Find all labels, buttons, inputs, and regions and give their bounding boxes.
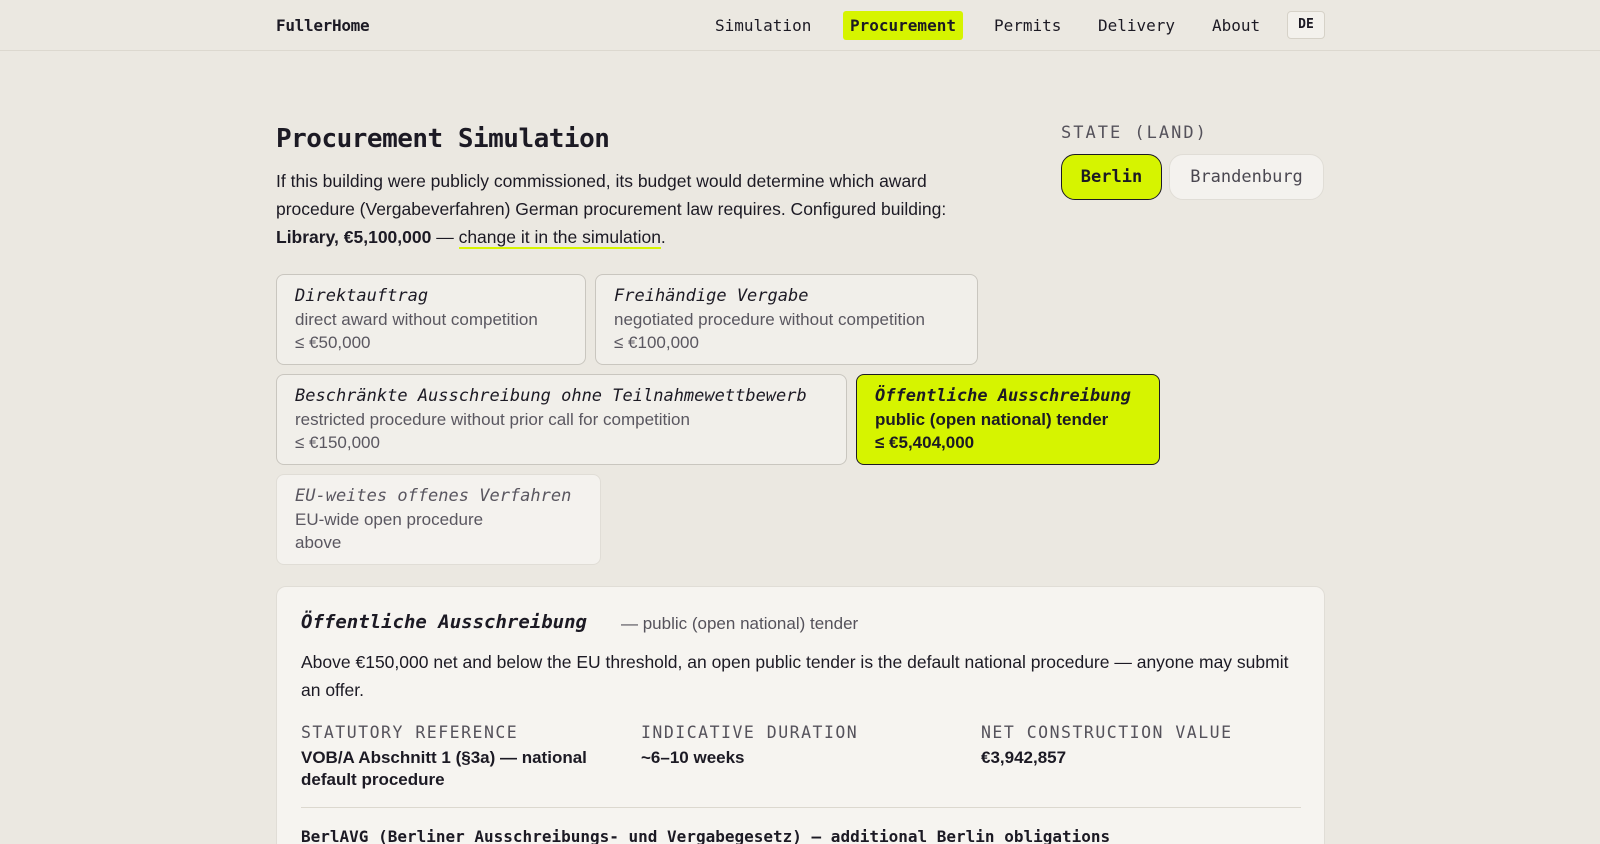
procedure-name: Freihändige Vergabe <box>614 286 809 306</box>
procedure-limit: ≤ €50,000 <box>295 333 371 352</box>
procedure-description: EU-wide open procedure <box>295 510 484 529</box>
net-construction-value-label: NET CONSTRUCTION VALUE <box>981 723 1233 742</box>
state-option-berlin[interactable]: Berlin <box>1061 154 1162 200</box>
procedure-description: negotiated procedure without competition <box>614 310 925 329</box>
indicative-duration-label: INDICATIVE DURATION <box>641 723 859 742</box>
nav-procurement[interactable]: Procurement <box>843 11 963 40</box>
procedure-name: EU-weites offenes Verfahren <box>295 486 572 506</box>
statutory-reference-label: STATUTORY REFERENCE <box>301 723 519 742</box>
procedure-description: public (open national) tender <box>875 410 1109 429</box>
procedure-card-direktauftrag[interactable]: Direktauftrag direct award without compe… <box>276 274 586 365</box>
detail-description: Above €150,000 net and below the EU thre… <box>301 652 1289 700</box>
procedure-name: Beschränkte Ausschreibung ohne Teilnahme… <box>295 386 807 406</box>
change-simulation-link[interactable]: change it in the simulation <box>458 227 661 249</box>
statutory-reference-value: VOB/A Abschnitt 1 (§3a) — national defau… <box>301 748 587 789</box>
nav-simulation[interactable]: Simulation <box>708 11 818 40</box>
procedure-card-oeffentliche-ausschreibung[interactable]: Öffentliche Ausschreibung public (open n… <box>856 374 1160 465</box>
indicative-duration-value: ~6–10 weeks <box>641 748 745 767</box>
procedure-card-eu-weites-verfahren[interactable]: EU-weites offenes Verfahren EU-wide open… <box>276 474 601 565</box>
detail-divider <box>301 807 1301 808</box>
procedure-limit: ≤ €100,000 <box>614 333 699 352</box>
state-option-brandenburg[interactable]: Brandenburg <box>1169 154 1324 200</box>
language-toggle-button[interactable]: DE <box>1287 11 1325 39</box>
procedure-limit: above <box>295 533 342 552</box>
main-nav: Simulation Procurement Permits Delivery … <box>0 11 1600 41</box>
nav-delivery[interactable]: Delivery <box>1091 11 1182 40</box>
net-construction-value: €3,942,857 <box>981 748 1067 767</box>
detail-procedure-subtitle: — public (open national) tender <box>621 614 859 633</box>
intro-period: . <box>660 227 666 247</box>
intro-dash: — <box>431 227 459 247</box>
intro-paragraph: If this building were publicly commissio… <box>276 167 996 251</box>
detail-procedure-name: Öffentliche Ausschreibung <box>301 611 587 633</box>
state-label: STATE (LAND) <box>1061 123 1208 143</box>
nav-about[interactable]: About <box>1205 11 1267 40</box>
top-navigation-bar: FullerHome Simulation Procurement Permit… <box>0 0 1600 51</box>
configured-building: Library, €5,100,000 <box>276 227 432 247</box>
procedure-description: restricted procedure without prior call … <box>295 410 690 429</box>
procedure-card-beschraenkte-ausschreibung[interactable]: Beschränkte Ausschreibung ohne Teilnahme… <box>276 374 847 465</box>
intro-text: If this building were publicly commissio… <box>276 171 947 219</box>
procedure-name: Öffentliche Ausschreibung <box>875 386 1131 406</box>
procedure-detail-panel: Öffentliche Ausschreibung — public (open… <box>276 586 1325 844</box>
nav-permits[interactable]: Permits <box>987 11 1068 40</box>
procedure-card-freihaendige-vergabe[interactable]: Freihändige Vergabe negotiated procedure… <box>595 274 978 365</box>
page-title: Procurement Simulation <box>276 124 610 154</box>
procedure-name: Direktauftrag <box>295 286 429 306</box>
berlavg-heading: BerlAVG (Berliner Ausschreibungs- und Ve… <box>301 827 1111 844</box>
procedure-limit: ≤ €5,404,000 <box>875 433 975 452</box>
procedure-description: direct award without competition <box>295 310 538 329</box>
procedure-limit: ≤ €150,000 <box>295 433 380 452</box>
